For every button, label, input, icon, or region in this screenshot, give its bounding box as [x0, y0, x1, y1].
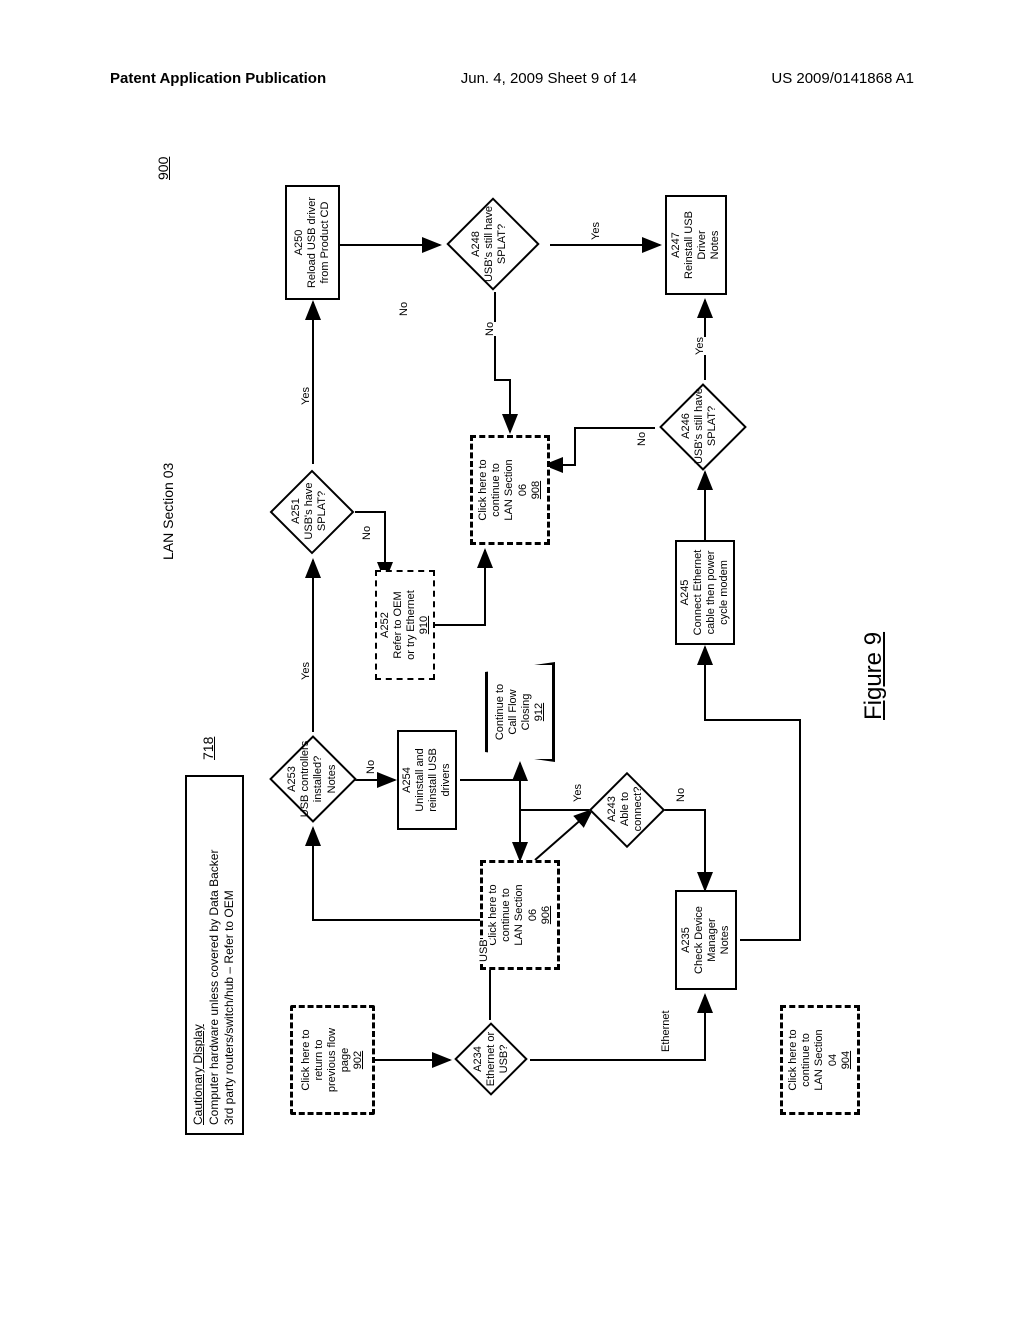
decision-a251: A251 USB's have SPLAT? — [290, 468, 330, 554]
label-no-3b: No — [484, 322, 496, 336]
process-a252: A252 Refer to OEM or try Ethernet 910 — [375, 570, 435, 680]
terminator-912: Continue to Call Flow Closing 912 — [485, 662, 555, 762]
cautionary-title: Cautionary Display — [191, 785, 207, 1125]
decision-a253: A253 USB controllers installed? Notes — [286, 730, 339, 828]
flowchart-diagram: Cautionary Display Computer hardware unl… — [0, 245, 1024, 1065]
header-middle: Jun. 4, 2009 Sheet 9 of 14 — [461, 70, 637, 87]
label-yes-4: Yes — [572, 784, 584, 802]
ref-900: 900 — [155, 157, 171, 180]
process-a247: A247 Reinstall USB Driver Notes — [665, 195, 727, 295]
label-no-3: No — [398, 302, 410, 316]
node-902: Click here to return to previous flow pa… — [290, 1005, 375, 1115]
label-usb: USB — [478, 939, 490, 962]
process-a254: A254 Uninstall and reinstall USB drivers — [397, 730, 457, 830]
label-ethernet: Ethernet — [660, 1010, 672, 1052]
figure-caption: Figure 9 — [860, 632, 888, 720]
node-904: Click here to continue to LAN Section 04… — [780, 1005, 860, 1115]
decision-a243: A243 Able to connect? — [606, 770, 646, 848]
header-left: Patent Application Publication — [110, 70, 326, 87]
label-yes-2: Yes — [300, 387, 312, 405]
decision-a246: A246 USB's still have SPLAT? — [680, 378, 720, 474]
node-908: Click here to continue to LAN Section 06… — [470, 435, 550, 545]
process-a235: A235 Check Device Manager Notes — [675, 890, 737, 990]
process-a245: A245 Connect Ethernet cable then power c… — [675, 540, 735, 645]
cautionary-line1: Computer hardware unless covered by Data… — [207, 785, 223, 1125]
section-title: LAN Section 03 — [160, 463, 176, 560]
label-yes-3: Yes — [590, 222, 602, 240]
label-no-5: No — [636, 432, 648, 446]
label-no-1: No — [365, 760, 377, 774]
process-a250: A250 Reload USB driver from Product CD — [285, 185, 340, 300]
cautionary-display-box: Cautionary Display Computer hardware unl… — [185, 775, 244, 1135]
decision-a248: A248 USB's still have SPLAT? — [470, 194, 510, 294]
cautionary-line2: 3rd party routers/switch/hub – Refer to … — [222, 785, 238, 1125]
label-no-2: No — [361, 526, 373, 540]
ref-718: 718 — [200, 737, 216, 760]
header-right: US 2009/0141868 A1 — [771, 70, 914, 87]
label-yes-1: Yes — [300, 662, 312, 680]
label-no-4: No — [675, 788, 687, 802]
label-yes-5: Yes — [694, 337, 706, 355]
page-header: Patent Application Publication Jun. 4, 2… — [0, 0, 1024, 97]
decision-a234: A234 Ethernet or USB? — [472, 1020, 512, 1098]
node-906: Click here to continue to LAN Section 06… — [480, 860, 560, 970]
